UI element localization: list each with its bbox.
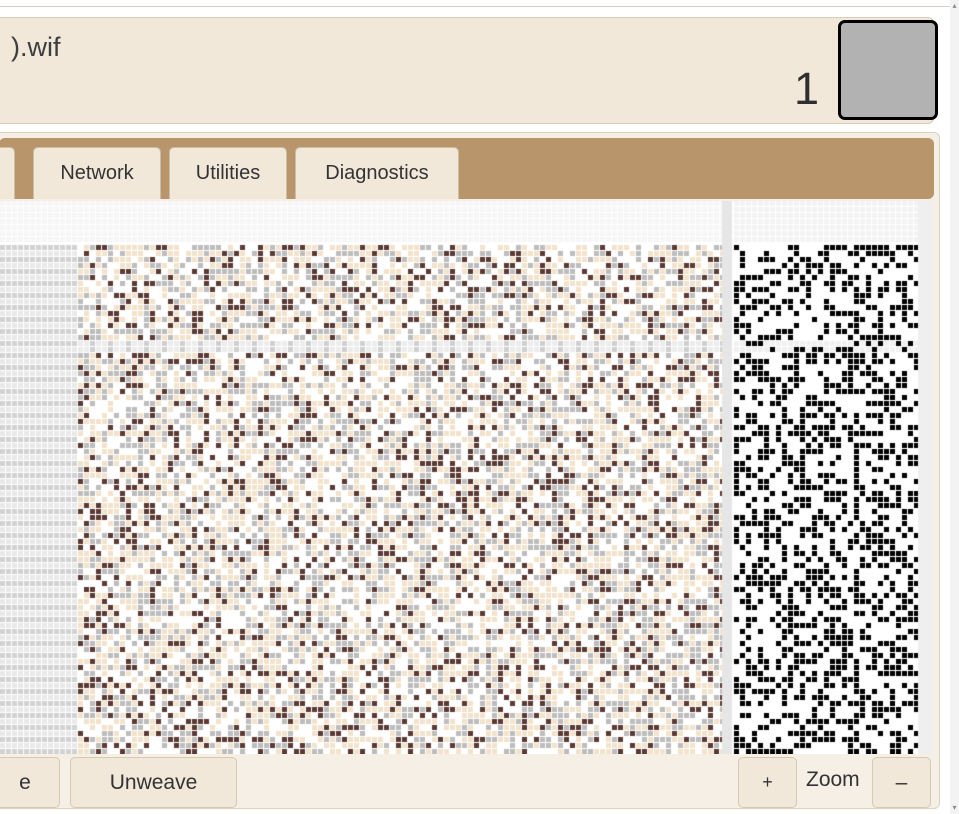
color-count: 1 (793, 63, 819, 114)
file-header: ).wif 1 (0, 17, 938, 124)
tab-partial[interactable] (0, 147, 15, 199)
file-name: ).wif (11, 32, 61, 62)
tab-diagnostics[interactable]: Diagnostics (295, 147, 459, 199)
scroll-down-arrow-icon[interactable]: ▾ (951, 804, 958, 812)
drawdown-canvas[interactable] (0, 201, 932, 754)
zoom-out-button[interactable]: – (872, 757, 931, 808)
zoom-label: Zoom (806, 768, 860, 791)
zoom-in-button[interactable]: + (738, 757, 797, 808)
partial-action-button[interactable]: e (0, 757, 60, 808)
vertical-scrollbar[interactable]: ▴ ▾ (950, 0, 959, 814)
scroll-up-arrow-icon[interactable]: ▴ (951, 2, 958, 10)
tab-bar: Network Utilities Diagnostics (0, 138, 934, 199)
tab-utilities[interactable]: Utilities (169, 147, 287, 199)
top-divider (0, 6, 950, 7)
tab-network[interactable]: Network (33, 147, 161, 199)
unweave-button[interactable]: Unweave (70, 757, 237, 808)
selected-color-swatch[interactable] (838, 20, 938, 120)
draft-grid[interactable] (0, 201, 932, 754)
